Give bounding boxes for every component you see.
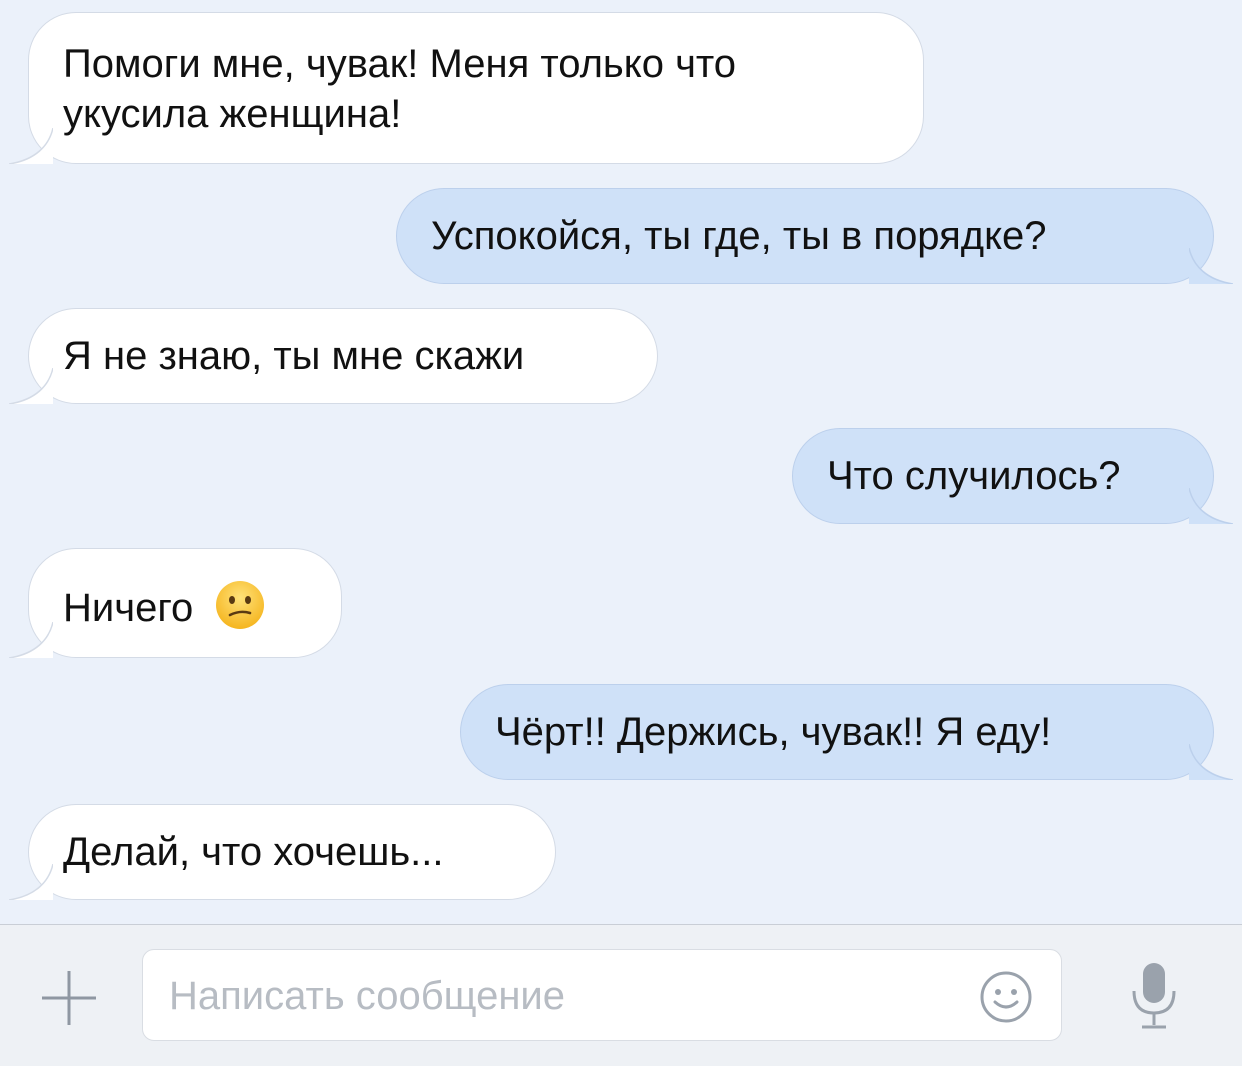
message-bubble-incoming[interactable]: Делай, что хочешь... (9, 804, 556, 900)
bubble-tail (1189, 744, 1233, 780)
message-text: Что случилось? (827, 454, 1121, 498)
message-input-box[interactable] (142, 949, 1062, 1041)
confused-face-icon (216, 581, 265, 629)
bubble-tail (1189, 248, 1233, 284)
message-text: Я не знаю, ты мне скажи (63, 334, 525, 378)
message-composer (0, 924, 1242, 1066)
message-bubble-outgoing[interactable]: Успокойся, ты где, ты в порядке? (396, 188, 1233, 284)
message-text: Чёрт!! Держись, чувак!! Я еду! (495, 710, 1052, 754)
emoji-button[interactable] (979, 970, 1033, 1024)
bubble-tail (9, 128, 53, 164)
attach-button[interactable] (36, 965, 102, 1031)
microphone-icon (1132, 963, 1176, 1029)
message-input[interactable] (167, 966, 971, 1026)
message-bubble-incoming[interactable]: Помоги мне, чувак! Меня только что укуси… (9, 12, 924, 164)
message-text: Делай, что хочешь... (63, 830, 444, 874)
message-text: Успокойся, ты где, ты в порядке? (431, 214, 1047, 258)
bubble-tail (9, 864, 53, 900)
bubble-tail (9, 368, 53, 404)
bubble-tail (9, 622, 53, 658)
smile-icon (980, 971, 1032, 1023)
plus-icon (42, 971, 96, 1025)
voice-message-button[interactable] (1126, 961, 1182, 1033)
message-text: Помоги мне, чувак! Меня только что укуси… (63, 42, 737, 136)
bubble-tail (1189, 488, 1233, 524)
message-text: Ничего (63, 586, 194, 630)
message-bubble-outgoing[interactable]: Чёрт!! Держись, чувак!! Я еду! (460, 684, 1233, 780)
message-bubble-outgoing[interactable]: Что случилось? (792, 428, 1233, 524)
message-bubble-incoming[interactable]: Ничего (9, 548, 342, 658)
message-bubble-incoming[interactable]: Я не знаю, ты мне скажи (9, 308, 658, 404)
message-list: Помоги мне, чувак! Меня только что укуси… (0, 0, 1242, 924)
